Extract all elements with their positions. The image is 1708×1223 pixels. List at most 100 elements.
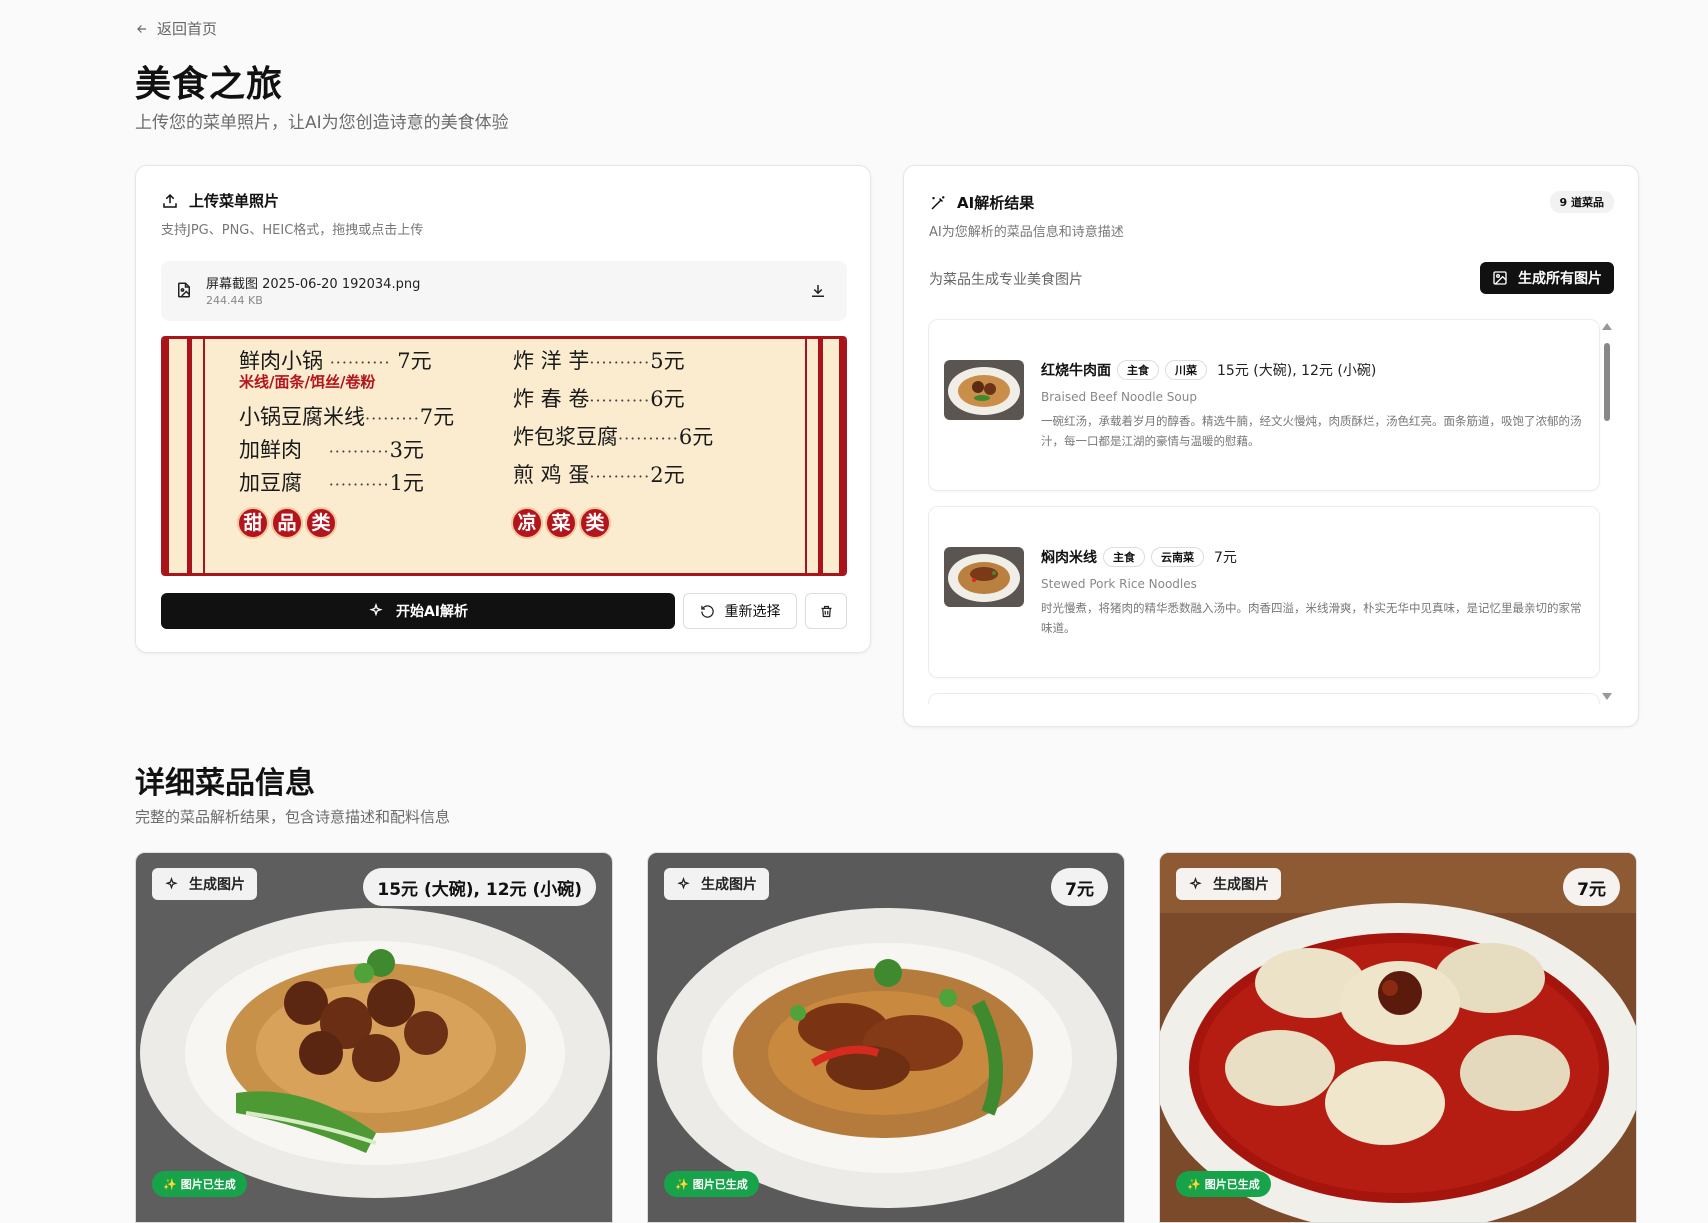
cuisine-tag: 云南菜 <box>1151 547 1204 567</box>
dish-english-name: Stewed Pork Rice Noodles <box>1041 577 1197 591</box>
sparkles-icon <box>369 603 383 617</box>
ai-results-hint: AI为您解析的菜品信息和诗意描述 <box>929 225 1124 240</box>
dish-list-item[interactable]: 红烧牛肉面 主食 川菜 15元 (大碗), 12元 (小碗) Braised B… <box>928 319 1600 491</box>
generate-image-label: 生成图片 <box>1213 877 1269 893</box>
dish-list[interactable]: 红烧牛肉面 主食 川菜 15元 (大碗), 12元 (小碗) Braised B… <box>928 319 1614 704</box>
menu-line: 炸包浆豆腐··········6元 <box>513 425 714 449</box>
trash-icon <box>821 605 831 617</box>
dish-price: 7元 <box>1214 550 1237 566</box>
generate-image-button[interactable]: 生成图片 <box>1176 868 1281 900</box>
dish-photo-card[interactable]: 生成图片 15元 (大碗), 12元 (小碗) ✨ 图片已生成 <box>135 852 613 1223</box>
download-icon[interactable] <box>809 282 827 300</box>
menu-subline: 米线/面条/饵丝/卷粉 <box>239 373 376 391</box>
image-generated-badge: ✨ 图片已生成 <box>152 1171 247 1197</box>
price-badge: 7元 <box>1051 868 1108 906</box>
back-link[interactable]: 返回首页 <box>135 18 217 39</box>
cuisine-tag: 川菜 <box>1165 360 1207 380</box>
menu-seal: 菜 <box>545 507 577 539</box>
file-name: 屏幕截图 2025-06-20 192034.png <box>206 277 421 292</box>
category-tag: 主食 <box>1117 360 1159 380</box>
file-size: 244.44 KB <box>206 294 263 307</box>
dish-english-name: Braised Beef Noodle Soup <box>1041 390 1197 404</box>
upload-icon <box>163 193 177 208</box>
scroll-up-icon[interactable] <box>1602 323 1612 330</box>
dish-price: 15元 (大碗), 12元 (小碗) <box>1217 363 1377 379</box>
start-ai-analysis-button[interactable]: 开始AI解析 <box>161 593 675 629</box>
dish-photo-card[interactable]: 生成图片 7元 ✨ 图片已生成 <box>647 852 1125 1223</box>
generate-image-label: 生成图片 <box>701 877 757 893</box>
dish-list-item[interactable]: 焖肉米线 主食 云南菜 7元 Stewed Pork Rice Noodles … <box>928 506 1600 678</box>
dish-thumbnail <box>944 547 1024 607</box>
upload-card: 上传菜单照片 支持JPG、PNG、HEIC格式，拖拽或点击上传 屏幕截图 202… <box>135 165 871 653</box>
ai-results-heading: AI解析结果 <box>929 192 1034 213</box>
price-badge: 15元 (大碗), 12元 (小碗) <box>363 868 596 906</box>
upload-heading-label: 上传菜单照片 <box>189 192 280 210</box>
generate-images-label: 为菜品生成专业美食图片 <box>929 272 1083 288</box>
image-generated-label: 图片已生成 <box>1204 1178 1260 1191</box>
category-tag: 主食 <box>1103 547 1145 567</box>
menu-seal: 品 <box>271 507 303 539</box>
sparkles-icon <box>1189 876 1202 890</box>
generate-all-images-label: 生成所有图片 <box>1518 271 1602 287</box>
dish-name: 焖肉米线 <box>1041 550 1097 566</box>
menu-line: 炸 洋 芋··········5元 <box>513 349 685 373</box>
magic-wand-icon <box>931 195 945 210</box>
scroll-down-icon[interactable] <box>1602 693 1612 700</box>
menu-line: 加豆腐 ··········1元 <box>239 471 424 495</box>
dish-photo-card[interactable]: 生成图片 7元 ✨ 图片已生成 <box>1159 852 1637 1223</box>
reselect-button[interactable]: 重新选择 <box>683 593 797 629</box>
menu-seal: 类 <box>579 507 611 539</box>
menu-preview-image: 鲜肉小锅 ·········· 7元 米线/面条/饵丝/卷粉 小锅豆腐米线···… <box>161 336 847 576</box>
upload-heading: 上传菜单照片 <box>161 190 279 211</box>
generate-image-button[interactable]: 生成图片 <box>664 868 769 900</box>
dish-photo <box>136 853 612 1222</box>
sparkles-icon <box>677 876 690 890</box>
page-subtitle: 上传您的菜单照片，让AI为您创造诗意的美食体验 <box>135 113 509 133</box>
start-ai-analysis-label: 开始AI解析 <box>395 604 469 620</box>
image-icon <box>1493 271 1507 285</box>
selected-file: 屏幕截图 2025-06-20 192034.png 244.44 KB <box>161 261 847 321</box>
image-generated-label: 图片已生成 <box>180 1178 236 1191</box>
file-image-icon <box>178 282 190 298</box>
dish-name: 红烧牛肉面 <box>1041 363 1111 379</box>
image-generated-label: 图片已生成 <box>692 1178 748 1191</box>
page-title: 美食之旅 <box>135 64 284 105</box>
back-label: 返回首页 <box>157 20 218 38</box>
dish-photo <box>1160 853 1636 1222</box>
dish-meta: 焖肉米线 主食 云南菜 7元 <box>1041 547 1237 567</box>
ai-results-heading-label: AI解析结果 <box>957 194 1035 212</box>
dish-thumbnail <box>944 360 1024 420</box>
details-subtitle: 完整的菜品解析结果，包含诗意描述和配料信息 <box>135 808 451 826</box>
generate-all-images-button[interactable]: 生成所有图片 <box>1480 262 1614 294</box>
sparkle-icon: ✨ <box>163 1177 177 1191</box>
sparkle-icon: ✨ <box>675 1177 689 1191</box>
image-generated-badge: ✨ 图片已生成 <box>664 1171 759 1197</box>
generate-image-button[interactable]: 生成图片 <box>152 868 257 900</box>
menu-seal: 类 <box>305 507 337 539</box>
menu-line: 加鲜肉 ··········3元 <box>239 438 424 462</box>
ai-results-card: AI解析结果 9 道菜品 AI为您解析的菜品信息和诗意描述 为菜品生成专业美食图… <box>903 165 1639 727</box>
menu-line: 小锅豆腐米线·········7元 <box>239 405 455 429</box>
dish-meta: 红烧牛肉面 主食 川菜 15元 (大碗), 12元 (小碗) <box>1041 360 1376 380</box>
dish-photo <box>648 853 1124 1222</box>
price-badge: 7元 <box>1563 868 1620 906</box>
dish-count-badge: 9 道菜品 <box>1549 191 1614 213</box>
rotate-ccw-icon <box>700 604 714 618</box>
menu-seal: 凉 <box>511 507 543 539</box>
arrow-left-icon <box>137 24 147 33</box>
reselect-label: 重新选择 <box>724 604 781 620</box>
details-title: 详细菜品信息 <box>135 766 315 801</box>
menu-line: 煎 鸡 蛋··········2元 <box>513 463 685 487</box>
menu-seal: 甜 <box>237 507 269 539</box>
dish-description: 一碗红汤，承载着岁月的醇香。精选牛腩，经文火慢炖，肉质酥烂，汤色红亮。面条筋道，… <box>1041 414 1582 448</box>
dish-description: 时光慢煮，将猪肉的精华悉数融入汤中。肉香四溢，米线滑爽，朴实无华中见真味，是记忆… <box>1041 601 1582 635</box>
dish-list-item[interactable] <box>928 693 1600 704</box>
dish-list-scrollbar[interactable] <box>1602 319 1612 704</box>
sparkle-icon: ✨ <box>1187 1177 1201 1191</box>
sparkles-icon <box>165 876 178 890</box>
menu-line: 炸 春 卷··········6元 <box>513 387 685 411</box>
delete-button[interactable] <box>805 593 847 629</box>
scrollbar-thumb[interactable] <box>1604 343 1610 421</box>
image-generated-badge: ✨ 图片已生成 <box>1176 1171 1271 1197</box>
upload-hint: 支持JPG、PNG、HEIC格式，拖拽或点击上传 <box>161 223 424 238</box>
